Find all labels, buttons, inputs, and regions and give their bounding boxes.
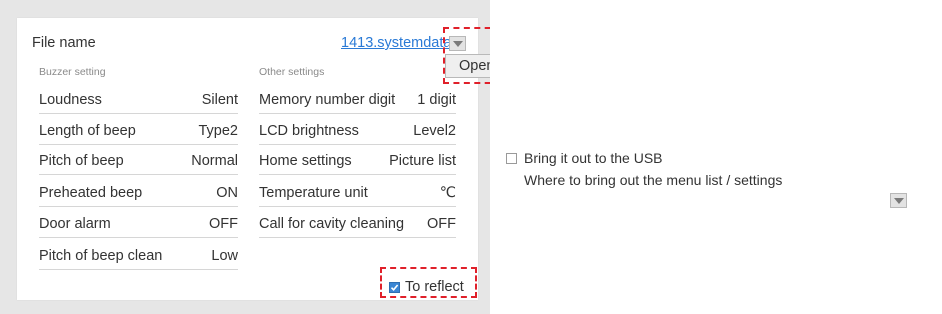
- buzzer-row-label: Preheated beep: [39, 185, 143, 201]
- menu-list-setting-label: Where to bring out the menu list / setti…: [524, 172, 783, 188]
- other-section-title: Other settings: [259, 66, 325, 78]
- row-divider: [39, 144, 238, 145]
- other-row-value[interactable]: OFF: [427, 216, 456, 232]
- settings-panel: File name 1413.systemdata Buzzer setting…: [17, 18, 478, 300]
- buzzer-row-value[interactable]: Low: [211, 248, 238, 264]
- other-row-value[interactable]: ℃: [440, 185, 456, 201]
- other-row-label: Memory number digit: [259, 92, 396, 108]
- other-row-value[interactable]: 1 digit: [417, 92, 456, 108]
- row-divider: [259, 174, 456, 175]
- file-name-link[interactable]: 1413.systemdata: [341, 35, 451, 51]
- other-row-label: Temperature unit: [259, 185, 368, 201]
- other-row-label: LCD brightness: [259, 123, 359, 139]
- usb-label: Bring it out to the USB: [524, 150, 663, 166]
- buzzer-row-value[interactable]: Normal: [191, 153, 238, 169]
- buzzer-row-label: Loudness: [39, 92, 102, 108]
- row-divider: [39, 113, 238, 114]
- usb-dropdown-button[interactable]: [890, 193, 907, 208]
- buzzer-row-value[interactable]: ON: [216, 185, 238, 201]
- row-divider: [259, 144, 456, 145]
- usb-checkbox[interactable]: [506, 153, 517, 164]
- buzzer-row-value[interactable]: Type2: [199, 123, 239, 139]
- usb-export-panel: Bring it out to the USB Where to bring o…: [490, 0, 942, 314]
- buzzer-row-value[interactable]: Silent: [202, 92, 238, 108]
- row-divider: [39, 174, 238, 175]
- usb-export-option[interactable]: Bring it out to the USB: [506, 149, 706, 169]
- other-row-label: Call for cavity cleaning: [259, 216, 405, 232]
- buzzer-row-label: Pitch of beep: [39, 153, 124, 169]
- row-divider: [39, 269, 238, 270]
- buzzer-row-label: Pitch of beep clean: [39, 248, 163, 264]
- row-divider: [259, 113, 456, 114]
- buzzer-row-label: Length of beep: [39, 123, 136, 139]
- buzzer-section-title: Buzzer setting: [39, 66, 106, 78]
- row-divider: [259, 206, 456, 207]
- row-divider: [39, 237, 238, 238]
- file-name-label: File name: [32, 35, 96, 51]
- buzzer-row-value[interactable]: OFF: [209, 216, 238, 232]
- other-row-value[interactable]: Level2: [413, 123, 456, 139]
- buzzer-row-label: Door alarm: [39, 216, 111, 232]
- row-divider: [259, 237, 456, 238]
- row-divider: [39, 206, 238, 207]
- highlight-frame: [380, 267, 477, 298]
- chevron-down-icon: [894, 198, 904, 204]
- other-row-value[interactable]: Picture list: [389, 153, 456, 169]
- other-row-label: Home settings: [259, 153, 352, 169]
